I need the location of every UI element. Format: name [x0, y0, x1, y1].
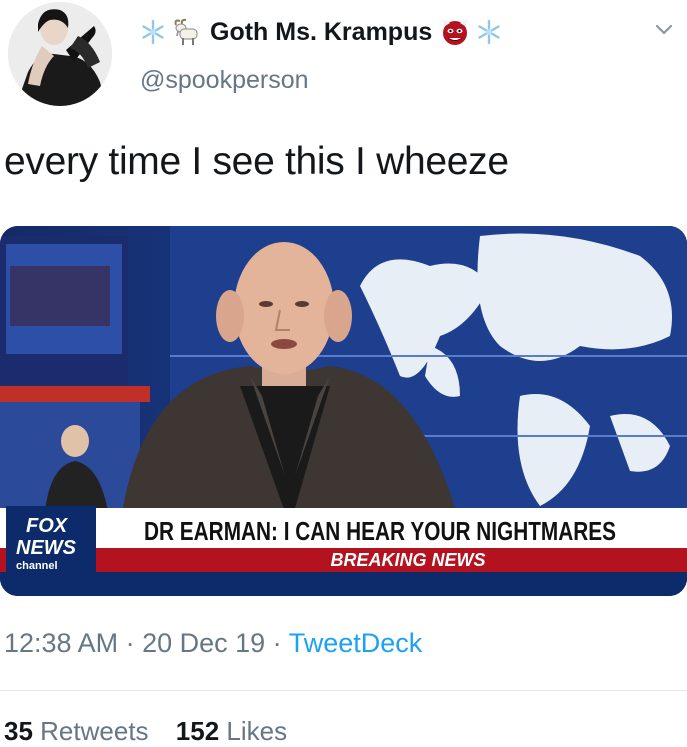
- ogre-icon: [440, 17, 470, 47]
- likes-count: 152: [175, 716, 220, 746]
- avatar[interactable]: [8, 2, 112, 106]
- meta-separator: ·: [118, 628, 143, 658]
- snowflake-icon: [138, 17, 168, 47]
- retweets-label: Retweets: [40, 716, 149, 746]
- user-name-row: Goth Ms. Krampus: [138, 14, 504, 50]
- avatar-image: [8, 2, 112, 106]
- retweets-stat[interactable]: 35 Retweets: [4, 716, 156, 746]
- tweet-meta: 12:38 AM · 20 Dec 19 · TweetDeck: [4, 628, 422, 659]
- goat-icon: [172, 17, 202, 47]
- fox-logo-bottom: NEWS: [16, 537, 77, 559]
- display-name[interactable]: Goth Ms. Krampus: [210, 18, 432, 47]
- news-headline: DR EARMAN: I CAN HEAR YOUR NIGHTMARES: [144, 517, 616, 546]
- meta-separator: ·: [265, 628, 289, 658]
- fox-logo-sub: channel: [16, 560, 58, 572]
- user-handle[interactable]: @spookperson: [140, 66, 309, 95]
- breaking-news-ticker: BREAKING NEWS: [330, 550, 485, 570]
- chevron-down-icon[interactable]: [653, 18, 675, 40]
- tweet-media-image[interactable]: FOX NEWS channel DR EARMAN: I CAN HEAR Y…: [0, 226, 687, 596]
- fox-logo-top: FOX: [26, 515, 69, 537]
- likes-label: Likes: [226, 716, 288, 746]
- tweet-source-link[interactable]: TweetDeck: [289, 628, 423, 658]
- snowflake-icon: [474, 17, 504, 47]
- tweet-date[interactable]: 20 Dec 19: [142, 628, 265, 658]
- retweets-count: 35: [4, 716, 33, 746]
- news-broadcast-image: FOX NEWS channel DR EARMAN: I CAN HEAR Y…: [0, 226, 687, 596]
- divider: [0, 690, 687, 691]
- tweet-time[interactable]: 12:38 AM: [4, 628, 118, 658]
- tweet-text: every time I see this I wheeze: [4, 140, 509, 183]
- tweet-stats: 35 Retweets 152 Likes: [4, 716, 307, 747]
- likes-stat[interactable]: 152 Likes: [176, 716, 287, 746]
